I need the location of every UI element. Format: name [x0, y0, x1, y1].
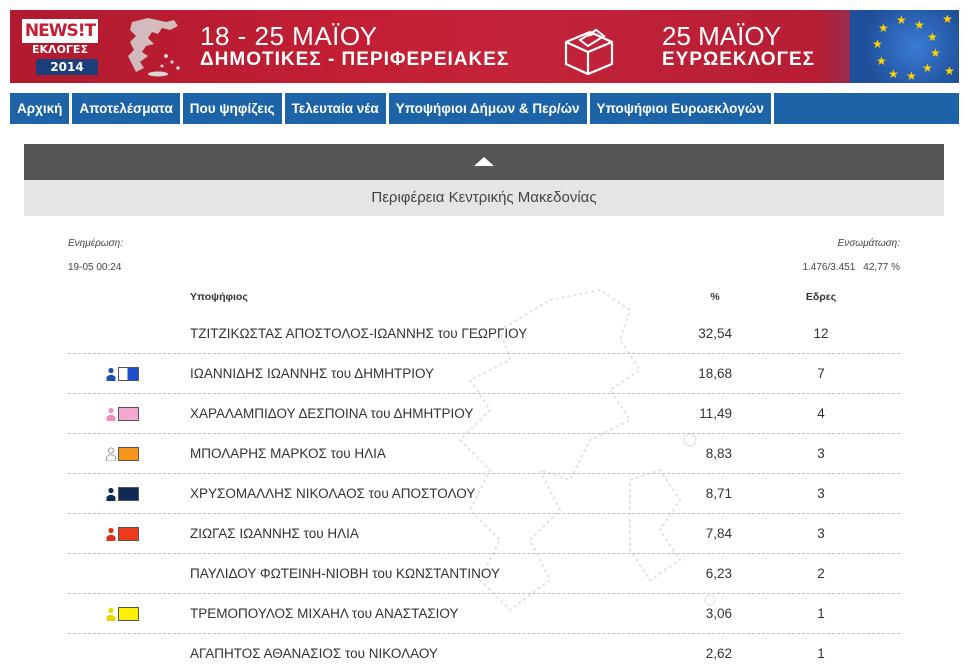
- candidate-name: ΧΡΥΣΟΜΑΛΛΗΣ ΝΙΚΟΛΑΟΣ του ΑΠΟΣΤΟΛΟΥ: [190, 486, 476, 501]
- candidate-name: ΑΓΑΠΗΤΟΣ ΑΘΑΝΑΣΙΟΣ του ΝΙΚΟΛΑΟΥ: [190, 646, 438, 661]
- nav-item-where-to-vote[interactable]: Που ψηφίζεις: [183, 93, 285, 124]
- newsit-logo[interactable]: NEWS!T ΕΚΛΟΓΕΣ 2014: [22, 19, 98, 75]
- candidate-percent: 11,49: [699, 406, 732, 421]
- party-color-icon: [106, 607, 140, 621]
- party-color-swatch: [118, 607, 139, 621]
- logo-news-text: NEWS!T: [22, 19, 98, 43]
- counted-value: 1.476/3.451: [802, 262, 856, 273]
- greece-map-icon: [128, 18, 180, 77]
- party-color-swatch: [118, 447, 139, 461]
- svg-text:★: ★: [927, 30, 938, 44]
- candidate-seats: 12: [813, 326, 829, 341]
- header-candidate: Υποψήφιος: [190, 291, 248, 303]
- svg-text:★: ★: [876, 54, 887, 68]
- table-row[interactable]: ΤΖΙΤΖΙΚΩΣΤΑΣ ΑΠΟΣΤΟΛΟΣ-ΙΩΑΝΝΗΣ του ΓΕΩΡΓ…: [68, 314, 900, 354]
- party-color-swatch: [118, 367, 139, 381]
- header-seats: Εδρες: [805, 291, 837, 303]
- nav-item-results[interactable]: Αποτελέσματα: [72, 93, 183, 124]
- svg-text:★: ★: [922, 61, 933, 75]
- euro-election-title: ΕΥΡΩΕΚΛΟΓΕΣ: [662, 49, 816, 70]
- party-color-icon: [106, 527, 140, 541]
- party-color-swatch: [118, 527, 139, 541]
- logo-year-badge: 2014: [36, 59, 98, 75]
- region-title: Περιφέρεια Κεντρικής Μακεδονίας: [24, 180, 944, 216]
- party-color-icon: [106, 487, 140, 501]
- svg-text:★: ★: [914, 18, 925, 32]
- person-icon: [106, 367, 116, 381]
- header-percent: %: [710, 291, 720, 303]
- local-election-title: ΔΗΜΟΤΙΚΕΣ - ΠΕΡΙΦΕΡΕΙΑΚΕΣ: [200, 49, 510, 70]
- counted-progress: 1.476/3.451 42,77 %: [794, 262, 900, 273]
- candidate-name: ΤΖΙΤΖΙΚΩΣΤΑΣ ΑΠΟΣΤΟΛΟΣ-ΙΩΑΝΝΗΣ του ΓΕΩΡΓ…: [190, 326, 528, 341]
- person-icon: [106, 607, 116, 621]
- candidate-seats: 7: [817, 366, 825, 381]
- updated-label: Ενημέρωση:: [68, 238, 123, 249]
- nav-item-municipal-candidates[interactable]: Υποψήφιοι Δήμων & Περ/ών: [389, 93, 590, 124]
- svg-text:★: ★: [930, 46, 941, 60]
- candidate-percent: 18,68: [698, 366, 732, 381]
- candidate-seats: 4: [817, 406, 825, 421]
- table-row[interactable]: ΑΓΑΠΗΤΟΣ ΑΘΑΝΑΣΙΟΣ του ΝΙΚΟΛΑΟΥ 2,62 1: [68, 634, 900, 669]
- party-color-icon: [106, 447, 140, 461]
- nav-item-euro-candidates[interactable]: Υποψήφιοι Ευρωεκλογών: [590, 93, 774, 124]
- svg-text:★: ★: [878, 21, 889, 35]
- person-icon: [106, 527, 116, 541]
- candidate-percent: 6,23: [705, 566, 732, 581]
- svg-text:★: ★: [942, 12, 953, 26]
- nav-item-home[interactable]: Αρχική: [10, 93, 73, 124]
- candidate-name: ΠΑΥΛΙΔΟΥ ΦΩΤΕΙΝΗ-ΝΙΟΒΗ του ΚΩΝΣΤΑΝΤΙΝΟΥ: [190, 566, 500, 581]
- results-table: ΤΖΙΤΖΙΚΩΣΤΑΣ ΑΠΟΣΤΟΛΟΣ-ΙΩΑΝΝΗΣ του ΓΕΩΡΓ…: [68, 314, 900, 669]
- candidate-name: ΜΠΟΛΑΡΗΣ ΜΑΡΚΟΣ του ΗΛΙΑ: [190, 446, 386, 461]
- table-row[interactable]: ΙΩΑΝΝΙΔΗΣ ΙΩΑΝΝΗΣ του ΔΗΜΗΤΡΙΟΥ 18,68 7: [68, 354, 900, 394]
- local-election-dates: 18 - 25 ΜΑΪΟΥ: [200, 21, 378, 51]
- candidate-name: ΙΩΑΝΝΙΔΗΣ ΙΩΑΝΝΗΣ του ΔΗΜΗΤΡΙΟΥ: [190, 366, 435, 381]
- candidate-seats: 3: [817, 446, 825, 461]
- table-row[interactable]: ΧΡΥΣΟΜΑΛΛΗΣ ΝΙΚΟΛΑΟΣ του ΑΠΟΣΤΟΛΟΥ 8,71 …: [68, 474, 900, 514]
- eu-flag-icon: ★ ★ ★ ★ ★ ★ ★ ★ ★ ★ ★ ★: [850, 10, 959, 83]
- candidate-percent: 7,84: [705, 526, 732, 541]
- candidate-percent: 8,71: [705, 486, 732, 501]
- candidate-seats: 3: [817, 526, 825, 541]
- ballot-box-icon: [564, 28, 614, 76]
- party-color-swatch: [118, 407, 139, 421]
- table-row[interactable]: ΤΡΕΜΟΠΟΥΛΟΣ ΜΙΧΑΗΛ του ΑΝΑΣΤΑΣΙΟΥ 3,06 1: [68, 594, 900, 634]
- nav-item-latest-news[interactable]: Τελευταία νέα: [285, 93, 389, 124]
- logo-elections-text: ΕΚΛΟΓΕΣ: [32, 43, 88, 56]
- election-banner[interactable]: NEWS!T ΕΚΛΟΓΕΣ 2014 18 - 25 ΜΑΪΟΥ ΔΗΜΟΤΙ…: [10, 10, 959, 83]
- candidate-seats: 1: [817, 606, 825, 621]
- updated-value: 19-05 00:24: [68, 262, 122, 273]
- table-row[interactable]: ΠΑΥΛΙΔΟΥ ΦΩΤΕΙΝΗ-ΝΙΟΒΗ του ΚΩΝΣΤΑΝΤΙΝΟΥ …: [68, 554, 900, 594]
- svg-text:★: ★: [872, 37, 883, 51]
- svg-text:★: ★: [888, 67, 899, 81]
- table-row[interactable]: ΜΠΟΛΑΡΗΣ ΜΑΡΚΟΣ του ΗΛΙΑ 8,83 3: [68, 434, 900, 474]
- candidate-percent: 2,62: [705, 646, 732, 661]
- candidate-percent: 3,06: [705, 606, 732, 621]
- main-navigation: Αρχική Αποτελέσματα Που ψηφίζεις Τελευτα…: [10, 93, 959, 124]
- candidate-percent: 32,54: [698, 326, 732, 341]
- party-color-icon: [106, 407, 140, 421]
- table-row[interactable]: ΧΑΡΑΛΑΜΠΙΔΟΥ ΔΕΣΠΟΙΝΑ του ΔΗΜΗΤΡΙΟΥ 11,4…: [68, 394, 900, 434]
- candidate-seats: 3: [817, 486, 825, 501]
- collapse-toggle-bar[interactable]: [24, 144, 944, 180]
- collapse-arrow-icon[interactable]: [474, 157, 494, 166]
- candidate-name: ΧΑΡΑΛΑΜΠΙΔΟΥ ΔΕΣΠΟΙΝΑ του ΔΗΜΗΤΡΙΟΥ: [190, 406, 474, 421]
- svg-text:★: ★: [944, 64, 955, 78]
- person-icon: [106, 487, 116, 501]
- candidate-name: ΖΙΩΓΑΣ ΙΩΑΝΝΗΣ του ΗΛΙΑ: [190, 526, 359, 541]
- party-color-swatch: [118, 487, 139, 501]
- candidate-seats: 1: [817, 646, 825, 661]
- candidate-seats: 2: [817, 566, 825, 581]
- svg-text:★: ★: [906, 69, 917, 83]
- party-color-icon: [106, 367, 140, 381]
- person-icon: [106, 407, 116, 421]
- table-row[interactable]: ΖΙΩΓΑΣ ΙΩΑΝΝΗΣ του ΗΛΙΑ 7,84 3: [68, 514, 900, 554]
- candidate-percent: 8,83: [705, 446, 732, 461]
- counted-label: Ενσωμάτωση:: [837, 238, 900, 249]
- euro-election-date: 25 ΜΑΪΟΥ: [662, 21, 782, 51]
- counted-percent: 42,77 %: [863, 262, 900, 273]
- svg-text:★: ★: [896, 13, 907, 27]
- person-icon: [106, 447, 116, 461]
- candidate-name: ΤΡΕΜΟΠΟΥΛΟΣ ΜΙΧΑΗΛ του ΑΝΑΣΤΑΣΙΟΥ: [190, 606, 459, 621]
